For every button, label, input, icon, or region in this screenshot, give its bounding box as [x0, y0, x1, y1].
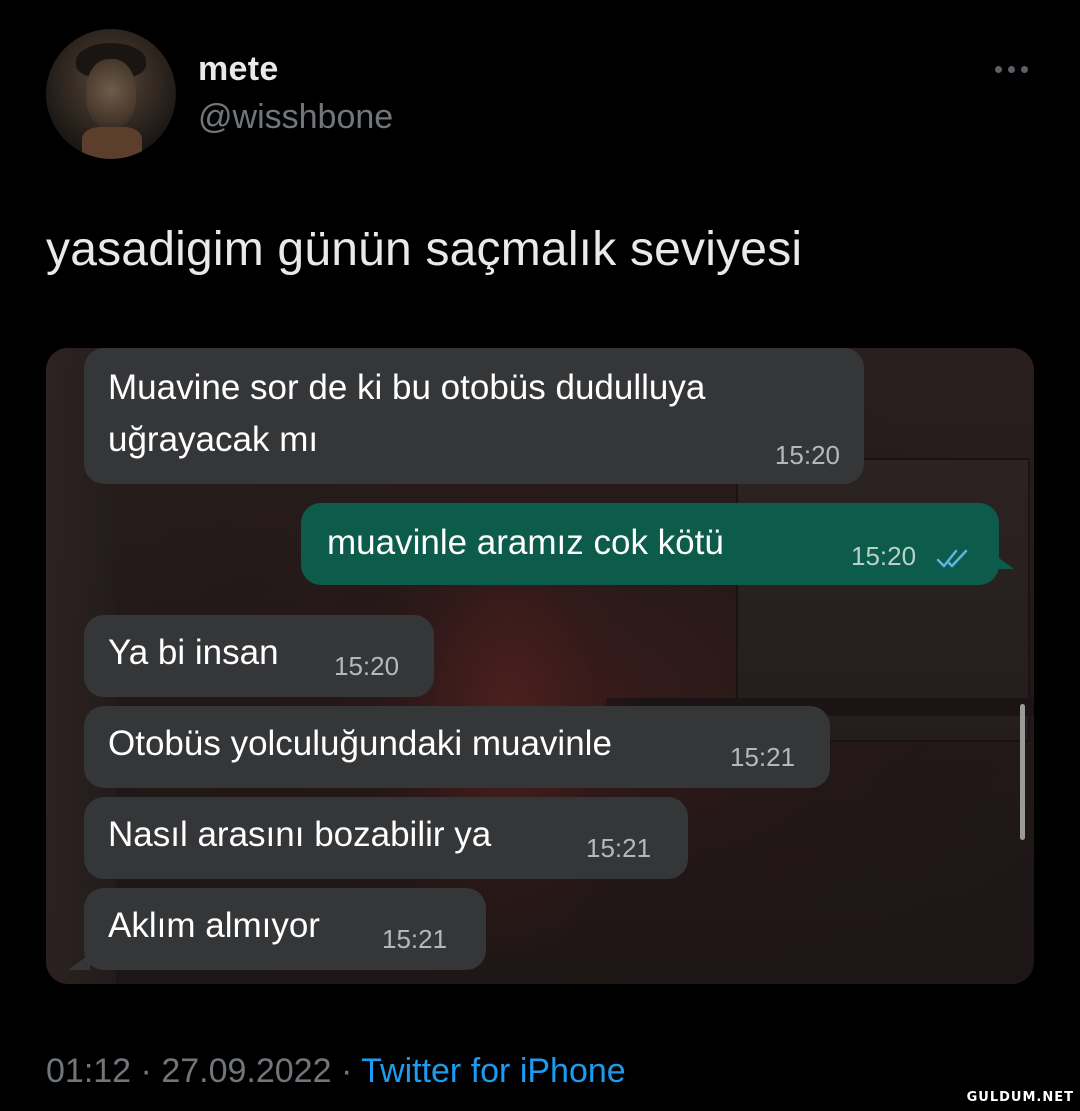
message-text: muavinle aramız cok kötü [327, 523, 724, 562]
message-text: Otobüs yolculuğundaki muavinle [108, 724, 612, 763]
tweet-time[interactable]: 01:12 [46, 1052, 131, 1090]
message-text-line: uğrayacak mı [108, 420, 319, 459]
chat-message-incoming: Aklım almıyor 15:21 [84, 888, 486, 970]
chat-scrollbar[interactable] [1020, 704, 1025, 840]
bubble-tail [68, 954, 90, 970]
chat-message-incoming: Ya bi insan 15:20 [84, 615, 434, 697]
more-dot [994, 65, 1002, 73]
message-time: 15:21 [382, 924, 448, 954]
tweet-source-link[interactable]: Twitter for iPhone [361, 1052, 626, 1090]
avatar-neck [82, 127, 142, 159]
chat-message-incoming: Nasıl arasını bozabilir ya 15:21 [84, 797, 688, 879]
double-check-icon [936, 549, 968, 568]
message-time: 15:20 [774, 440, 840, 470]
chat-message-outgoing: muavinle aramız cok kötü 15:20 [301, 503, 999, 585]
tweet-media-image[interactable]: Muavine sor de ki bu otobüs dudulluya uğ… [46, 348, 1034, 984]
separator: · [140, 1052, 152, 1090]
message-time: 15:20 [334, 651, 400, 681]
watermark: GULDUM.NET [966, 1090, 1074, 1105]
more-dot [1007, 65, 1015, 73]
user-handle[interactable]: @wisshbone [198, 98, 393, 137]
separator: · [340, 1052, 353, 1090]
display-name[interactable]: mete [198, 50, 279, 89]
avatar-face [86, 59, 136, 129]
more-horizontal-icon[interactable] [984, 54, 1038, 84]
message-text: Nasıl arasını bozabilir ya [108, 815, 492, 854]
message-text: Aklım almıyor [108, 906, 320, 945]
chat-message-incoming: Muavine sor de ki bu otobüs dudulluya uğ… [84, 348, 864, 484]
more-dot [1020, 65, 1028, 73]
message-time: 15:20 [851, 541, 917, 571]
tweet-text: yasadigim günün saçmalık seviyesi [46, 223, 803, 276]
tweet-metadata: 01:12 · 27.09.2022 · Twitter for iPhone [46, 1052, 626, 1091]
message-time: 15:21 [586, 833, 652, 863]
message-time: 15:21 [730, 742, 796, 772]
chat-message-incoming: Otobüs yolculuğundaki muavinle 15:21 [84, 706, 830, 788]
message-text: Ya bi insan [108, 633, 279, 672]
tweet-date[interactable]: 27.09.2022 [161, 1052, 331, 1090]
message-text-line: Muavine sor de ki bu otobüs dudulluya [108, 368, 706, 407]
avatar[interactable] [46, 29, 176, 159]
bubble-tail [992, 553, 1014, 569]
